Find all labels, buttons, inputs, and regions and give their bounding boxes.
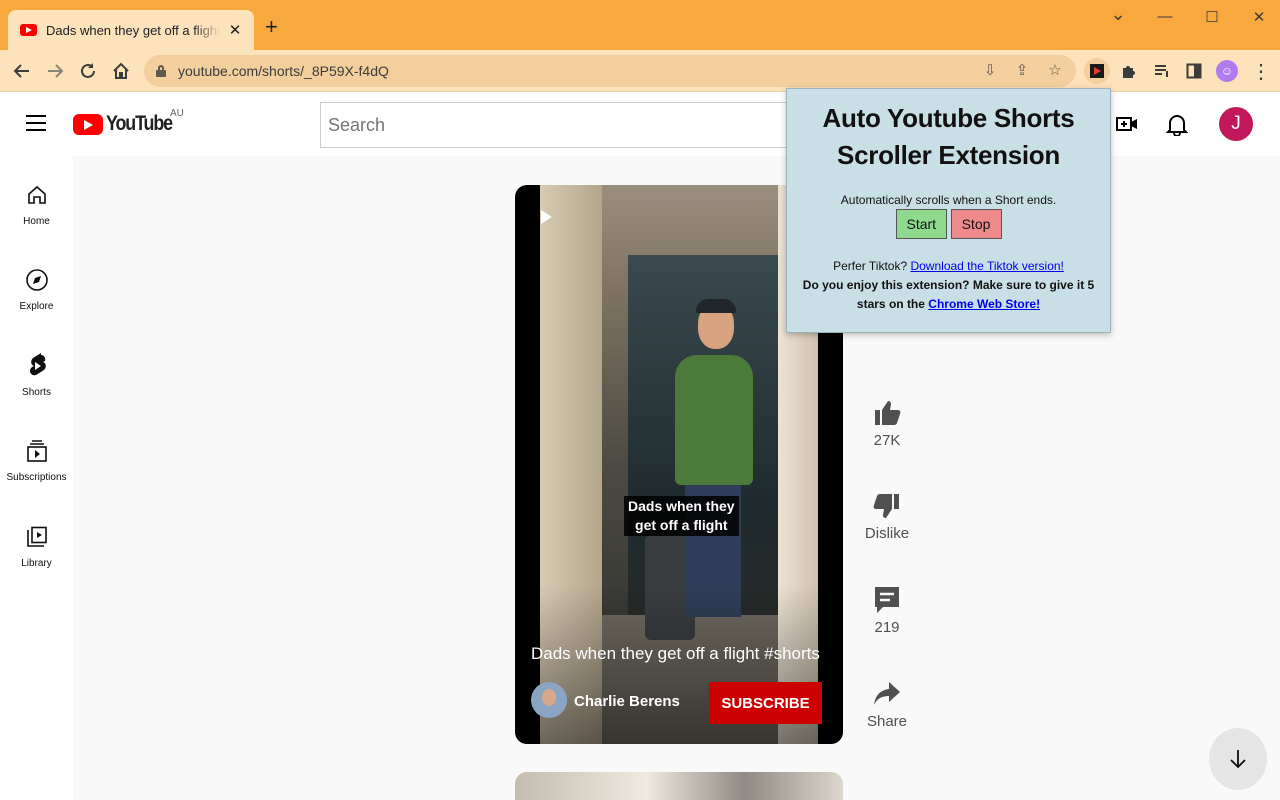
arrow-down-icon: [1230, 750, 1246, 769]
video-caption: Dads when they get off a flight: [624, 496, 739, 536]
sidebar-item-explore[interactable]: Explore: [0, 267, 73, 312]
extensions-puzzle-icon[interactable]: [1117, 59, 1141, 83]
extension-logo-icon: [1090, 64, 1104, 78]
sidebar-item-label: Home: [23, 216, 50, 227]
home-button[interactable]: [109, 59, 133, 83]
extension-popup: Auto Youtube Shorts Scroller Extension A…: [786, 88, 1111, 333]
chrome-web-store-link[interactable]: Chrome Web Store!: [928, 297, 1040, 311]
prefer-text: Perfer Tiktok?: [833, 259, 908, 273]
tiktok-download-link[interactable]: Download the Tiktok version!: [910, 259, 1063, 273]
subscriptions-icon: [26, 440, 47, 462]
youtube-play-logo-icon: [73, 113, 103, 135]
compass-icon: [25, 269, 48, 291]
reload-icon: [81, 63, 95, 78]
tab-title: Dads when they get off a flight #shorts: [46, 22, 220, 38]
channel-avatar[interactable]: [531, 682, 567, 718]
side-panel-icon[interactable]: [1182, 59, 1206, 83]
caption-line: Dads when they: [628, 498, 735, 514]
left-navigation: Home Explore Shorts Subscriptions Librar…: [0, 156, 73, 800]
next-short-preview[interactable]: [515, 772, 843, 800]
tiktok-promo: Perfer Tiktok? Download the Tiktok versi…: [787, 259, 1110, 273]
share-label: Share: [866, 713, 908, 730]
tab-search-chevron-icon[interactable]: ⌄: [1103, 4, 1133, 25]
back-arrow-icon: [13, 64, 29, 78]
tab-close-icon[interactable]: ✕: [226, 21, 244, 39]
create-video-icon[interactable]: [1115, 112, 1139, 136]
forward-arrow-icon: [48, 64, 64, 78]
dislike-label: Dislike: [864, 525, 910, 542]
sidebar-item-label: Subscriptions: [6, 472, 67, 483]
chrome-profile-button[interactable]: ☺: [1215, 59, 1239, 83]
channel-name[interactable]: Charlie Berens: [574, 693, 680, 710]
sidebar-item-label: Explore: [19, 301, 54, 312]
media-queue-icon[interactable]: [1150, 59, 1174, 83]
library-icon: [26, 526, 47, 547]
browser-menu-icon[interactable]: ⋮: [1249, 59, 1273, 83]
video-title: Dads when they get off a flight #shorts: [531, 644, 820, 663]
like-button[interactable]: 27K: [856, 396, 918, 449]
rating-request: Do you enjoy this extension? Make sure t…: [787, 276, 1110, 314]
account-avatar[interactable]: J: [1219, 107, 1253, 141]
man-cap: [696, 299, 736, 313]
popup-title-line: Auto Youtube Shorts: [822, 103, 1075, 133]
search-box: [320, 102, 790, 148]
new-tab-button[interactable]: +: [265, 16, 278, 38]
youtube-logo-text: YouTube: [106, 112, 173, 135]
share-page-icon[interactable]: ⇪: [1012, 61, 1032, 79]
stop-button[interactable]: Stop: [950, 209, 1002, 239]
sidebar-item-home[interactable]: Home: [0, 182, 73, 227]
popup-description: Automatically scrolls when a Short ends.: [840, 193, 1057, 207]
maximize-button[interactable]: ☐: [1197, 8, 1227, 26]
address-bar[interactable]: youtube.com/shorts/_8P59X-f4dQ ⇩ ⇪ ☆: [144, 55, 1076, 87]
install-app-icon[interactable]: ⇩: [980, 61, 1000, 79]
profile-avatar-icon: ☺: [1216, 60, 1238, 82]
comment-icon: [875, 587, 899, 613]
comment-count: 219: [874, 619, 900, 636]
country-code: AU: [170, 108, 184, 119]
shorts-scroller-extension-icon[interactable]: [1084, 58, 1110, 84]
browser-tab[interactable]: Dads when they get off a flight #shorts …: [8, 10, 254, 50]
home-icon: [27, 185, 46, 204]
url-text[interactable]: youtube.com/shorts/_8P59X-f4dQ: [178, 63, 389, 79]
browser-tab-strip: Dads when they get off a flight #shorts …: [0, 0, 1280, 50]
comments-button[interactable]: 219: [856, 583, 918, 636]
man-shirt: [675, 355, 753, 485]
lock-icon[interactable]: [156, 65, 166, 78]
bookmark-star-icon[interactable]: ☆: [1045, 61, 1065, 79]
sidebar-item-label: Library: [21, 558, 52, 569]
playlist-icon: [1155, 65, 1168, 77]
home-icon: [113, 62, 129, 79]
share-button[interactable]: Share: [856, 677, 918, 730]
youtube-favicon-icon: [20, 24, 37, 36]
caption-line: get off a flight: [635, 517, 728, 533]
window-close-button[interactable]: ✕: [1244, 8, 1274, 26]
popup-title-line: Scroller Extension: [837, 140, 1060, 170]
popup-button-row: Start Stop: [787, 209, 1110, 239]
shorts-icon: [29, 353, 46, 376]
reload-button[interactable]: [76, 59, 100, 83]
back-button[interactable]: [10, 59, 34, 83]
popup-title: Auto Youtube Shorts Scroller Extension: [787, 100, 1110, 174]
minimize-button[interactable]: —: [1150, 8, 1180, 25]
puzzle-icon: [1123, 66, 1135, 78]
youtube-logo[interactable]: YouTube: [73, 112, 184, 136]
play-icon[interactable]: [541, 210, 552, 224]
side-panel-glyph-icon: [1186, 63, 1202, 79]
notifications-bell-icon[interactable]: [1165, 112, 1189, 136]
search-input[interactable]: [321, 103, 789, 147]
subscribe-button[interactable]: SUBSCRIBE: [709, 682, 822, 724]
share-arrow-icon: [874, 682, 900, 705]
thumbs-down-icon: [873, 494, 899, 518]
like-count: 27K: [873, 432, 901, 449]
sidebar-item-shorts[interactable]: Shorts: [0, 353, 73, 398]
sidebar-item-label: Shorts: [22, 387, 51, 398]
sidebar-item-library[interactable]: Library: [0, 524, 73, 569]
next-short-button[interactable]: [1209, 728, 1267, 790]
guide-menu-icon[interactable]: [26, 115, 46, 131]
start-button[interactable]: Start: [895, 209, 947, 239]
forward-button[interactable]: [43, 59, 67, 83]
dislike-button[interactable]: Dislike: [856, 489, 918, 542]
thumbs-up-icon: [875, 401, 901, 425]
sidebar-item-subscriptions[interactable]: Subscriptions: [0, 438, 73, 483]
